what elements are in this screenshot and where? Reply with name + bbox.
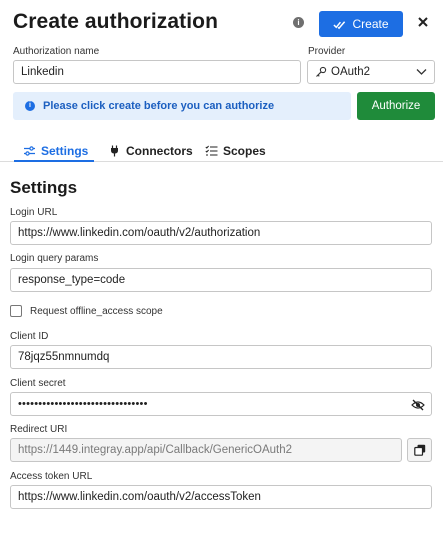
client-id-label: Client ID [10, 331, 49, 342]
tab-bar: Settings Connectors Scopes [0, 136, 443, 162]
redirect-uri-input[interactable]: https://1449.integray.app/api/Callback/G… [10, 438, 402, 462]
settings-heading: Settings [10, 178, 78, 197]
copy-icon [413, 444, 425, 456]
page-title: Create authorization [13, 10, 219, 33]
offline-access-label: Request offline_access scope [30, 306, 163, 317]
tab-connectors[interactable]: Connectors [108, 140, 193, 162]
login-params-label: Login query params [10, 253, 99, 264]
tab-settings-label: Settings [41, 144, 89, 158]
tab-scopes[interactable]: Scopes [205, 140, 266, 162]
offline-access-checkbox[interactable] [10, 305, 22, 317]
eye-slash-icon[interactable] [411, 399, 425, 411]
create-button[interactable]: Create [319, 11, 403, 37]
dialog-header: Create authorization i Create [13, 8, 433, 40]
auth-name-input[interactable]: Linkedin [13, 60, 301, 84]
login-url-input[interactable]: https://www.linkedin.com/oauth/v2/author… [10, 221, 432, 245]
redirect-uri-label: Redirect URI [10, 424, 68, 435]
create-button-label: Create [352, 17, 389, 31]
client-id-input[interactable]: 78jqz55nmnumdq [10, 345, 432, 369]
tab-settings[interactable]: Settings [23, 140, 88, 162]
login-params-input[interactable]: response_type=code [10, 268, 432, 292]
client-secret-input[interactable]: •••••••••••••••••••••••••••••••• [10, 392, 432, 416]
provider-value: OAuth2 [331, 66, 370, 78]
active-tab-indicator [14, 160, 94, 162]
tab-scopes-label: Scopes [223, 144, 266, 158]
double-check-icon [333, 20, 346, 29]
provider-label: Provider [308, 46, 346, 57]
key-icon [316, 66, 327, 77]
authorize-button[interactable]: Authorize [357, 92, 435, 120]
access-token-input[interactable]: https://www.linkedin.com/oauth/v2/access… [10, 485, 432, 509]
provider-select[interactable]: OAuth2 [307, 60, 435, 84]
info-icon[interactable]: i [293, 17, 304, 28]
chevron-down-icon [416, 69, 427, 75]
info-alert: i Please click create before you can aut… [13, 92, 351, 120]
access-token-label: Access token URL [10, 471, 93, 482]
client-secret-value: •••••••••••••••••••••••••••••••• [18, 398, 148, 410]
alert-message: Please click create before you can autho… [43, 100, 275, 112]
sliders-icon [24, 146, 35, 156]
plug-icon [111, 145, 118, 157]
login-url-label: Login URL [10, 207, 58, 218]
client-secret-label: Client secret [10, 378, 66, 389]
tab-connectors-label: Connectors [126, 144, 193, 158]
copy-button[interactable] [407, 438, 432, 462]
list-check-icon [205, 145, 218, 156]
auth-name-label: Authorization name [13, 46, 100, 57]
info-circle-icon: i [25, 101, 35, 111]
close-icon[interactable] [415, 14, 431, 30]
